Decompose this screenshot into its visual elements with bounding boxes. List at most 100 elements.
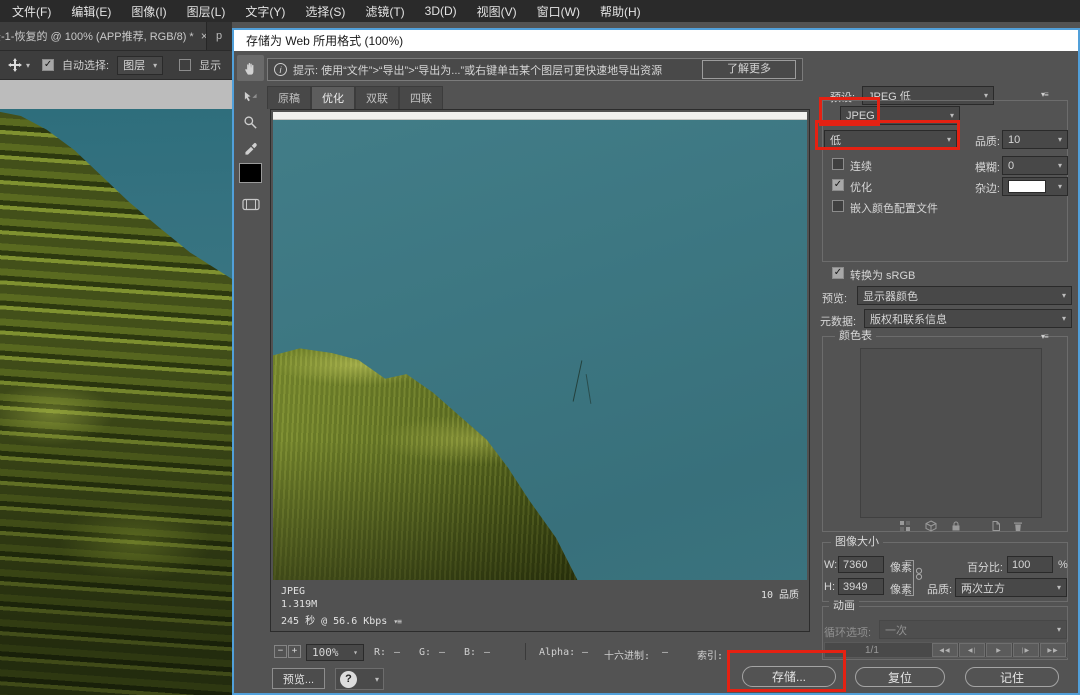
index-value: — — [732, 647, 738, 658]
twig-graphic — [586, 374, 592, 404]
tab-4up[interactable]: 四联 — [399, 86, 443, 109]
preset-menu-icon[interactable]: ▾≡ — [1041, 90, 1048, 99]
hand-tool-button[interactable] — [237, 55, 264, 81]
auto-select-dropdown[interactable]: 图层 ▾ — [117, 56, 163, 75]
menu-select[interactable]: 选择(S) — [295, 3, 355, 20]
web-shift-icon[interactable] — [925, 520, 937, 532]
browser-icon: ? — [340, 671, 357, 688]
menu-file[interactable]: 文件(F) — [2, 3, 61, 20]
blur-label: 模糊: — [967, 159, 1000, 175]
new-color-icon[interactable] — [990, 520, 1002, 532]
index-label: 索引: — [697, 647, 723, 662]
remember-button[interactable]: 记住 — [965, 667, 1059, 687]
auto-select-value: 图层 — [123, 57, 145, 73]
optimized-preview-image[interactable] — [273, 112, 807, 580]
zoom-tool-button[interactable] — [237, 109, 264, 135]
auto-select-checkbox[interactable]: ✓ — [42, 59, 54, 71]
chevron-down-icon[interactable]: ▾ — [22, 61, 34, 70]
map-transparency-icon[interactable] — [899, 520, 911, 532]
dialog-title: 存储为 Web 所用格式 (100%) — [246, 32, 403, 49]
metadata-dropdown[interactable]: 版权和联系信息 ▾ — [864, 309, 1072, 328]
optimized-checkbox[interactable]: ✓ — [832, 179, 844, 191]
toggle-slices-visibility-button[interactable] — [237, 191, 264, 217]
settings-panel: 预设: JPEG 低 ▾ ▾≡ JPEG ▾ 低 ▾ 品质: 10 ▾ 连续 — [817, 86, 1076, 668]
learn-more-button[interactable]: 了解更多 — [702, 60, 796, 79]
play-button[interactable]: ▶ — [986, 643, 1012, 657]
preview-in-browser-button[interactable]: 预览... — [272, 668, 325, 689]
zoom-level-select[interactable]: 100% ▾ — [306, 644, 364, 661]
save-button[interactable]: 存储... — [742, 666, 836, 687]
embed-color-profile-checkbox[interactable] — [832, 200, 844, 212]
b-label: B: — [464, 647, 476, 658]
previous-frame-button[interactable]: ◀| — [959, 643, 985, 657]
menu-image[interactable]: 图像(I) — [121, 3, 176, 20]
eyedropper-color-swatch[interactable] — [239, 163, 262, 183]
slices-visibility-icon — [242, 198, 260, 211]
link-dimensions-icon[interactable] — [915, 567, 923, 581]
tab-original[interactable]: 原稿 — [267, 86, 311, 109]
last-frame-button[interactable]: ▶▶ — [1040, 643, 1066, 657]
slice-select-tool-button[interactable] — [237, 83, 264, 109]
animation-frame-bar: 1/1 ◀◀ ◀| ▶ |▶ ▶▶ — [824, 642, 1068, 658]
eyedropper-tool-button[interactable] — [237, 135, 264, 161]
document-tab[interactable]: 景-1-恢复的 @ 100% (APP推荐, RGB/8) * × — [0, 22, 206, 50]
compression-quality-dropdown[interactable]: 低 ▾ — [824, 130, 957, 149]
menu-layer[interactable]: 图层(L) — [177, 3, 236, 20]
quality-stepper[interactable]: 10 ▾ — [1002, 130, 1068, 149]
blur-stepper[interactable]: 0 ▾ — [1002, 156, 1068, 175]
menu-help[interactable]: 帮助(H) — [590, 3, 651, 20]
zoom-in-button[interactable]: + — [288, 645, 301, 658]
format-dropdown[interactable]: JPEG ▾ — [840, 106, 960, 125]
hex-value: — — [662, 647, 668, 658]
link-bracket — [905, 560, 914, 596]
format-value: JPEG — [846, 110, 875, 122]
resample-quality-dropdown[interactable]: 两次立方 ▾ — [955, 578, 1067, 597]
progressive-checkbox[interactable] — [832, 158, 844, 170]
animation-title: 动画 — [829, 600, 859, 613]
optimized-label: 优化 — [850, 179, 872, 195]
color-table-title: 颜色表 — [835, 330, 876, 343]
reset-button[interactable]: 复位 — [855, 667, 945, 687]
menu-view[interactable]: 视图(V) — [467, 3, 527, 20]
menu-edit[interactable]: 编辑(E) — [61, 3, 121, 20]
auto-select-label: 自动选择: — [62, 57, 109, 73]
document-tab-partial-label: p — [216, 30, 222, 42]
convert-srgb-checkbox[interactable]: ✓ — [832, 267, 844, 279]
menu-filter[interactable]: 滤镜(T) — [355, 3, 414, 20]
delete-color-icon[interactable] — [1012, 520, 1024, 532]
chevron-down-icon: ▾ — [1054, 161, 1062, 170]
download-speed-menu-icon[interactable]: ▾≡ — [393, 617, 401, 626]
show-transform-checkbox[interactable] — [179, 59, 191, 71]
menu-3d[interactable]: 3D(D) — [415, 4, 467, 18]
tab-2up[interactable]: 双联 — [355, 86, 399, 109]
chevron-down-icon: ▾ — [1058, 314, 1066, 323]
document-tab-label: 景-1-恢复的 @ 100% (APP推荐, RGB/8) * — [0, 28, 194, 44]
preview-color-dropdown[interactable]: 显示器颜色 ▾ — [857, 286, 1072, 305]
width-field[interactable]: 7360 — [838, 556, 884, 573]
matte-dropdown[interactable]: ▾ — [1002, 177, 1068, 196]
quality-label: 品质: — [967, 133, 1000, 149]
hand-icon — [243, 61, 258, 76]
percent-field[interactable]: 100 — [1007, 556, 1053, 573]
menu-type[interactable]: 文字(Y) — [235, 3, 295, 20]
embed-color-profile-label: 嵌入颜色配置文件 — [850, 200, 938, 216]
b-value: — — [484, 647, 490, 658]
view-tabs: 原稿 优化 双联 四联 — [267, 86, 443, 109]
lock-color-icon[interactable] — [950, 520, 962, 532]
show-label: 显示 — [199, 57, 221, 73]
zoom-out-button[interactable]: − — [274, 645, 287, 658]
height-label: H: — [824, 581, 835, 593]
loop-options-dropdown[interactable]: 一次 ▾ — [879, 620, 1067, 639]
height-field[interactable]: 3949 — [838, 578, 884, 595]
document-tab-partial[interactable]: p — [206, 22, 232, 50]
first-frame-button[interactable]: ◀◀ — [932, 643, 958, 657]
color-table-menu-icon[interactable]: ▾≡ — [1041, 332, 1048, 341]
dialog-title-bar: 存储为 Web 所用格式 (100%) — [234, 30, 1078, 51]
divider — [525, 643, 526, 660]
tab-optimized[interactable]: 优化 — [311, 86, 355, 109]
browser-select-control[interactable]: ? ▾ — [335, 668, 384, 690]
chevron-down-icon: ▾ — [1053, 583, 1061, 592]
menu-window[interactable]: 窗口(W) — [527, 3, 590, 20]
next-frame-button[interactable]: |▶ — [1013, 643, 1039, 657]
photoshop-save-for-web-screen: 文件(F) 编辑(E) 图像(I) 图层(L) 文字(Y) 选择(S) 滤镜(T… — [0, 0, 1080, 695]
